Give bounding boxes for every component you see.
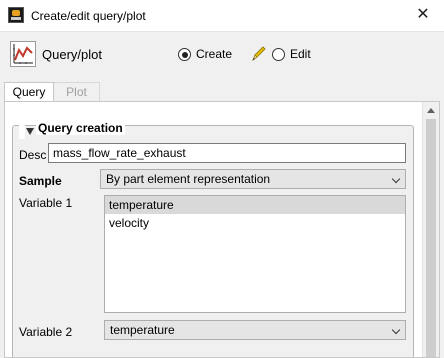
group-title: Query creation	[36, 121, 125, 135]
edit-radio-label[interactable]: Edit	[290, 47, 311, 61]
desc-label: Desc	[19, 148, 47, 162]
edit-radio[interactable]	[272, 48, 285, 61]
chevron-down-icon[interactable]	[26, 128, 34, 135]
close-button[interactable]: ✕	[412, 5, 434, 25]
plot-chart-icon	[10, 41, 36, 67]
chevron-down-icon	[391, 325, 401, 335]
dialog-header: Query/plot Create Edit	[0, 33, 444, 77]
create-radio[interactable]	[178, 48, 191, 61]
window-title: Create/edit query/plot	[31, 9, 146, 23]
tab-pane-query: Query creation Desc mass_flow_rate_exhau…	[4, 101, 440, 358]
list-item[interactable]: temperature	[105, 196, 405, 214]
variable2-dropdown[interactable]: temperature	[104, 320, 406, 340]
tab-plot[interactable]: Plot	[54, 82, 100, 102]
scroll-thumb[interactable]	[426, 119, 436, 357]
app-icon	[8, 7, 24, 23]
list-item[interactable]: velocity	[105, 214, 405, 232]
query-creation-group: Query creation Desc mass_flow_rate_exhau…	[12, 121, 414, 357]
desc-input[interactable]: mass_flow_rate_exhaust	[48, 143, 406, 163]
variable1-label: Variable 1	[19, 196, 73, 210]
create-radio-label[interactable]: Create	[196, 47, 232, 61]
sample-dropdown[interactable]: By part element representation	[100, 169, 406, 189]
group-header[interactable]	[19, 125, 34, 139]
scroll-up-button[interactable]	[423, 102, 439, 119]
pencil-icon	[252, 46, 266, 62]
variable2-label: Variable 2	[19, 325, 73, 339]
chevron-down-icon	[391, 174, 401, 184]
title-bar: Create/edit query/plot ✕	[0, 0, 444, 32]
header-title: Query/plot	[42, 47, 102, 62]
variable2-dropdown-value: temperature	[110, 323, 175, 337]
variable1-list[interactable]: temperature velocity	[104, 195, 406, 313]
sample-dropdown-value: By part element representation	[106, 172, 271, 186]
tab-query[interactable]: Query	[4, 82, 54, 102]
vertical-scrollbar[interactable]	[422, 102, 439, 357]
sample-label: Sample	[19, 174, 62, 188]
